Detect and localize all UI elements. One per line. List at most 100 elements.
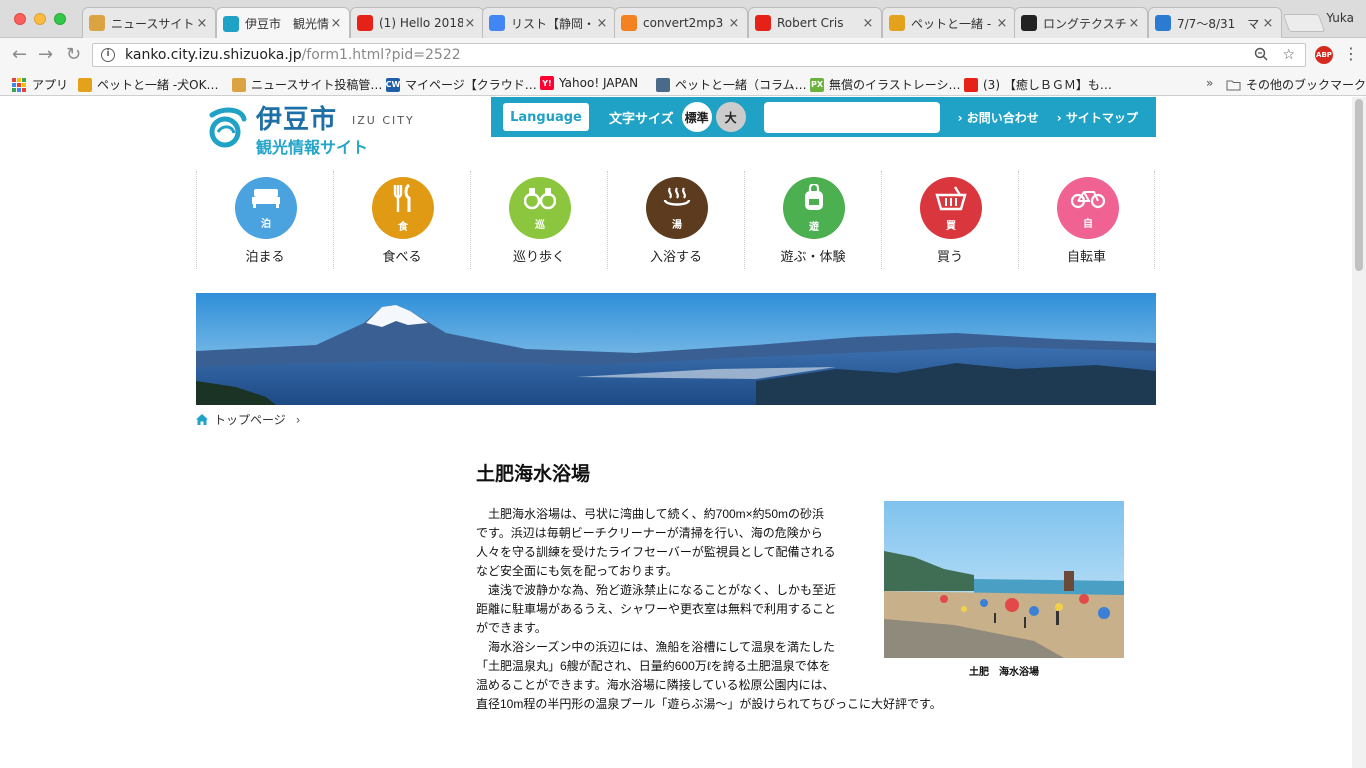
menu-icon[interactable]: ⋮ — [1343, 46, 1359, 62]
zoom-window-button[interactable] — [54, 13, 66, 25]
article-line: 距離に駐車場があるうえ、シャワーや更衣室は無料で利用すること — [476, 602, 837, 616]
bookmark-star-icon[interactable]: ☆ — [1282, 47, 1295, 65]
category-circle[interactable]: 巡 — [509, 177, 571, 239]
browser-tab[interactable]: ロングテクスチ × — [1014, 7, 1148, 38]
forward-button[interactable]: → — [38, 46, 53, 64]
browser-tab[interactable]: convert2mp3 × — [614, 7, 748, 38]
browser-tab[interactable]: Robert Cris × — [748, 7, 882, 38]
browser-tab[interactable]: (1) Hello 2018 × — [350, 7, 484, 38]
category-circle[interactable]: 買 — [920, 177, 982, 239]
bookmark-item[interactable]: CW マイページ【クラウド… — [386, 76, 537, 93]
category-label[interactable]: 食べる — [334, 246, 470, 265]
category-item[interactable]: 湯入浴する — [607, 171, 744, 269]
scrollbar-thumb[interactable] — [1355, 99, 1363, 271]
browser-tab[interactable]: リスト【静岡・ × — [482, 7, 616, 38]
browser-tab[interactable]: 7/7〜8/31 マ × — [1148, 7, 1282, 38]
other-bookmarks-folder[interactable]: その他のブックマーク — [1226, 76, 1366, 93]
close-tab-icon[interactable]: × — [329, 16, 343, 31]
bed-icon — [251, 187, 281, 213]
cw-icon: CW — [386, 77, 400, 92]
category-label[interactable]: 巡り歩く — [471, 246, 607, 265]
address-bar[interactable]: i kanko.city.izu.shizuoka.jp/form1.html?… — [92, 43, 1306, 67]
backpack-icon — [802, 182, 826, 216]
search-input[interactable] — [763, 101, 948, 133]
category-label[interactable]: 泊まる — [197, 246, 333, 265]
language-button[interactable]: Language — [503, 103, 589, 131]
utility-bar: Language 文字サイズ 標準 大 › お問い合わせ › サイトマップ — [491, 97, 1156, 137]
category-label[interactable]: 買う — [882, 246, 1018, 265]
globe-icon — [1155, 15, 1171, 31]
close-tab-icon[interactable]: × — [595, 16, 609, 31]
category-circle[interactable]: 遊 — [783, 177, 845, 239]
browser-tab[interactable]: ペットと一緒 - × — [882, 7, 1016, 38]
font-size-standard-button[interactable]: 標準 — [681, 102, 712, 132]
new-tab-button[interactable] — [1282, 14, 1326, 32]
zoom-icon[interactable] — [1254, 47, 1268, 65]
close-tab-icon[interactable]: × — [1127, 16, 1141, 31]
article-body: 土肥海水浴場は、弓状に湾曲して続く、約700m×約50mの砂浜 です。浜辺は毎朝ビ… — [476, 505, 942, 714]
minimize-window-button[interactable] — [34, 13, 46, 25]
category-circle[interactable]: 泊 — [235, 177, 297, 239]
bookmark-label: アプリ — [32, 78, 69, 92]
category-item[interactable]: 遊遊ぶ・体験 — [744, 171, 881, 269]
bookmark-item[interactable]: アプリ — [12, 76, 68, 93]
tab-title: convert2mp3 — [643, 16, 724, 30]
close-window-button[interactable] — [14, 13, 26, 25]
category-item[interactable]: 泊泊まる — [196, 171, 333, 269]
bookmark-item[interactable]: Y! Yahoo! JAPAN — [540, 76, 638, 90]
breadcrumb-home-link[interactable]: トップページ — [214, 411, 286, 428]
category-label[interactable]: 入浴する — [608, 246, 744, 265]
category-circle[interactable]: 食 — [372, 177, 434, 239]
tab-title: 7/7〜8/31 マ — [1177, 16, 1260, 31]
logo-english: IZU CITY — [352, 114, 415, 127]
close-tab-icon[interactable]: × — [1261, 16, 1275, 31]
profile-name[interactable]: Yuka — [1326, 11, 1354, 25]
logo-city-name: 伊豆市 — [256, 105, 338, 135]
adblock-icon[interactable]: ABP — [1315, 46, 1333, 64]
browser-tab[interactable]: ニュースサイト × — [82, 7, 216, 38]
hero-banner-mount-fuji — [196, 293, 1156, 405]
breadcrumb: トップページ › — [196, 411, 301, 428]
category-circle[interactable]: 自 — [1057, 177, 1119, 239]
back-button[interactable]: ← — [12, 46, 27, 64]
note-icon — [89, 15, 105, 31]
izu-logo-icon — [223, 15, 239, 32]
tab-strip: ニュースサイト × 伊豆市 観光情 × (1) Hello 2018 × リスト【静岡・ × c… — [0, 0, 1366, 39]
font-size-label: 文字サイズ — [609, 111, 674, 127]
sitemap-link[interactable]: › サイトマップ — [1057, 109, 1138, 126]
page-scrollbar[interactable] — [1352, 97, 1366, 768]
bookmark-item[interactable]: PX 無償のイラストレーシ… — [810, 76, 961, 93]
article-line: 人々を守る訓練を受けたライフセーバーが監視員として配備される — [476, 545, 836, 559]
article-line: 温めることができます。海水浴場に隣接している松原公園内には、 — [476, 678, 835, 692]
font-size-large-button[interactable]: 大 — [715, 102, 746, 132]
contact-link[interactable]: › お問い合わせ — [958, 109, 1039, 126]
bookmark-item[interactable]: ペットと一緒 -犬OK… — [78, 76, 218, 93]
url-path: /form1.html?pid=2522 — [301, 47, 461, 63]
bookmarks-bar: アプリ ペットと一緒 -犬OK… ニュースサイト投稿管… CW マイページ【クラウド… Y… — [0, 72, 1366, 96]
youtube-icon — [755, 15, 771, 31]
folder-icon — [1226, 80, 1241, 90]
bookmark-label: ペットと一緒（コラム… — [675, 78, 807, 92]
bookmark-item[interactable]: (3) 【癒しＢＧＭ】も… — [964, 76, 1112, 93]
site-search — [763, 101, 968, 133]
reload-button[interactable]: ↻ — [66, 46, 81, 64]
bookmarks-overflow-button[interactable]: » — [1206, 76, 1213, 90]
category-item[interactable]: 自自転車 — [1018, 171, 1155, 269]
bookmark-item[interactable]: ペットと一緒（コラム… — [656, 76, 807, 93]
tab-title: Robert Cris — [777, 16, 844, 30]
category-item[interactable]: 買買う — [881, 171, 1018, 269]
close-tab-icon[interactable]: × — [463, 16, 477, 31]
browser-tab[interactable]: 伊豆市 観光情 × — [216, 7, 350, 39]
category-circle[interactable]: 湯 — [646, 177, 708, 239]
close-tab-icon[interactable]: × — [861, 16, 875, 31]
close-tab-icon[interactable]: × — [195, 16, 209, 31]
info-icon[interactable]: i — [101, 48, 115, 62]
close-tab-icon[interactable]: × — [727, 16, 741, 31]
category-item[interactable]: 巡巡り歩く — [470, 171, 607, 269]
category-label[interactable]: 自転車 — [1019, 246, 1154, 265]
bookmark-label: 無償のイラストレーシ… — [829, 78, 961, 92]
bookmark-item[interactable]: ニュースサイト投稿管… — [232, 76, 382, 93]
category-label[interactable]: 遊ぶ・体験 — [745, 246, 881, 265]
close-tab-icon[interactable]: × — [995, 16, 1009, 31]
category-item[interactable]: 食食べる — [333, 171, 470, 269]
